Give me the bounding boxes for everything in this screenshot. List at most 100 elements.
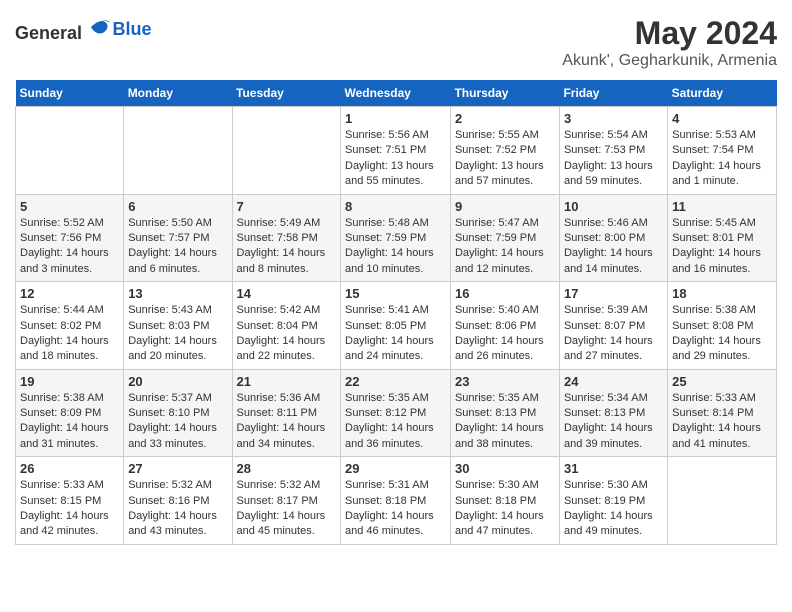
calendar-week-row: 5Sunrise: 5:52 AM Sunset: 7:56 PM Daylig… (16, 194, 777, 282)
day-number: 31 (564, 461, 663, 476)
weekday-header: Tuesday (232, 80, 341, 107)
calendar-cell (232, 107, 341, 195)
calendar-cell: 28 Sunrise: 5:32 AM Sunset: 8:17 PM Dayli… (232, 457, 341, 545)
day-number: 21 (237, 374, 337, 389)
calendar-cell: 6 Sunrise: 5:50 AM Sunset: 7:57 PM Daylig… (124, 194, 232, 282)
weekday-header-row: SundayMondayTuesdayWednesdayThursdayFrid… (16, 80, 777, 107)
weekday-header: Wednesday (341, 80, 451, 107)
day-info: Sunrise: 5:46 AM Sunset: 8:00 PM Dayligh… (564, 216, 663, 278)
weekday-header: Monday (124, 80, 232, 107)
day-info: Sunrise: 5:39 AM Sunset: 8:07 PM Dayligh… (564, 303, 663, 365)
calendar-cell: 25 Sunrise: 5:33 AM Sunset: 8:14 PM Dayli… (668, 369, 777, 457)
day-number: 19 (20, 374, 119, 389)
calendar-week-row: 12 Sunrise: 5:44 AM Sunset: 8:02 PM Dayli… (16, 282, 777, 370)
day-info: Sunrise: 5:44 AM Sunset: 8:02 PM Dayligh… (20, 303, 119, 365)
calendar-cell (16, 107, 124, 195)
day-info: Sunrise: 5:38 AM Sunset: 8:08 PM Dayligh… (672, 303, 772, 365)
calendar-cell: 17 Sunrise: 5:39 AM Sunset: 8:07 PM Dayli… (559, 282, 667, 370)
calendar-cell: 15Sunrise: 5:41 AM Sunset: 8:05 PM Dayli… (341, 282, 451, 370)
day-number: 4 (672, 111, 772, 126)
day-number: 29 (345, 461, 446, 476)
logo-general: General (15, 23, 82, 43)
day-info: Sunrise: 5:54 AM Sunset: 7:53 PM Dayligh… (564, 128, 663, 190)
day-info: Sunrise: 5:31 AM Sunset: 8:18 PM Dayligh… (345, 478, 446, 540)
day-info: Sunrise: 5:49 AM Sunset: 7:58 PM Dayligh… (237, 216, 337, 278)
day-info: Sunrise: 5:32 AM Sunset: 8:17 PM Dayligh… (237, 478, 337, 540)
day-number: 22 (345, 374, 446, 389)
logo: General Blue (15, 15, 152, 44)
day-number: 2 (455, 111, 555, 126)
logo-blue: Blue (113, 19, 152, 39)
weekday-header: Friday (559, 80, 667, 107)
calendar-cell: 21Sunrise: 5:36 AM Sunset: 8:11 PM Dayli… (232, 369, 341, 457)
day-number: 16 (455, 286, 555, 301)
day-info: Sunrise: 5:38 AM Sunset: 8:09 PM Dayligh… (20, 391, 119, 453)
day-number: 20 (128, 374, 227, 389)
calendar-cell: 5Sunrise: 5:52 AM Sunset: 7:56 PM Daylig… (16, 194, 124, 282)
day-number: 3 (564, 111, 663, 126)
day-number: 11 (672, 199, 772, 214)
weekday-header: Thursday (450, 80, 559, 107)
calendar-cell: 23 Sunrise: 5:35 AM Sunset: 8:13 PM Dayli… (450, 369, 559, 457)
day-info: Sunrise: 5:55 AM Sunset: 7:52 PM Dayligh… (455, 128, 555, 190)
day-number: 8 (345, 199, 446, 214)
page-header: General Blue May 2024 Akunk', Gegharkuni… (15, 15, 777, 70)
calendar-week-row: 1Sunrise: 5:56 AM Sunset: 7:51 PM Daylig… (16, 107, 777, 195)
calendar-cell: 27Sunrise: 5:32 AM Sunset: 8:16 PM Dayli… (124, 457, 232, 545)
location-title: Akunk', Gegharkunik, Armenia (562, 52, 777, 70)
day-info: Sunrise: 5:34 AM Sunset: 8:13 PM Dayligh… (564, 391, 663, 453)
calendar-cell: 18 Sunrise: 5:38 AM Sunset: 8:08 PM Dayli… (668, 282, 777, 370)
day-number: 26 (20, 461, 119, 476)
day-info: Sunrise: 5:40 AM Sunset: 8:06 PM Dayligh… (455, 303, 555, 365)
day-info: Sunrise: 5:42 AM Sunset: 8:04 PM Dayligh… (237, 303, 337, 365)
title-block: May 2024 Akunk', Gegharkunik, Armenia (562, 15, 777, 70)
day-info: Sunrise: 5:30 AM Sunset: 8:19 PM Dayligh… (564, 478, 663, 540)
calendar-cell: 14 Sunrise: 5:42 AM Sunset: 8:04 PM Dayli… (232, 282, 341, 370)
calendar-cell: 8 Sunrise: 5:48 AM Sunset: 7:59 PM Daylig… (341, 194, 451, 282)
day-info: Sunrise: 5:33 AM Sunset: 8:14 PM Dayligh… (672, 391, 772, 453)
month-title: May 2024 (562, 15, 777, 52)
day-number: 28 (237, 461, 337, 476)
day-number: 18 (672, 286, 772, 301)
calendar-cell: 12 Sunrise: 5:44 AM Sunset: 8:02 PM Dayli… (16, 282, 124, 370)
day-info: Sunrise: 5:30 AM Sunset: 8:18 PM Dayligh… (455, 478, 555, 540)
day-number: 27 (128, 461, 227, 476)
calendar-cell: 10Sunrise: 5:46 AM Sunset: 8:00 PM Dayli… (559, 194, 667, 282)
calendar-cell: 2 Sunrise: 5:55 AM Sunset: 7:52 PM Daylig… (450, 107, 559, 195)
day-number: 12 (20, 286, 119, 301)
calendar-cell: 16 Sunrise: 5:40 AM Sunset: 8:06 PM Dayli… (450, 282, 559, 370)
day-number: 1 (345, 111, 446, 126)
calendar-cell: 1Sunrise: 5:56 AM Sunset: 7:51 PM Daylig… (341, 107, 451, 195)
calendar-cell: 26 Sunrise: 5:33 AM Sunset: 8:15 PM Dayli… (16, 457, 124, 545)
day-info: Sunrise: 5:43 AM Sunset: 8:03 PM Dayligh… (128, 303, 227, 365)
calendar-cell: 29 Sunrise: 5:31 AM Sunset: 8:18 PM Dayli… (341, 457, 451, 545)
calendar-cell: 4Sunrise: 5:53 AM Sunset: 7:54 PM Daylig… (668, 107, 777, 195)
day-number: 6 (128, 199, 227, 214)
weekday-header: Sunday (16, 80, 124, 107)
day-info: Sunrise: 5:52 AM Sunset: 7:56 PM Dayligh… (20, 216, 119, 278)
day-info: Sunrise: 5:35 AM Sunset: 8:13 PM Dayligh… (455, 391, 555, 453)
day-info: Sunrise: 5:35 AM Sunset: 8:12 PM Dayligh… (345, 391, 446, 453)
day-number: 9 (455, 199, 555, 214)
day-number: 17 (564, 286, 663, 301)
day-number: 23 (455, 374, 555, 389)
calendar-cell: 9Sunrise: 5:47 AM Sunset: 7:59 PM Daylig… (450, 194, 559, 282)
day-number: 13 (128, 286, 227, 301)
day-number: 25 (672, 374, 772, 389)
day-number: 24 (564, 374, 663, 389)
calendar-cell: 31 Sunrise: 5:30 AM Sunset: 8:19 PM Dayli… (559, 457, 667, 545)
day-info: Sunrise: 5:37 AM Sunset: 8:10 PM Dayligh… (128, 391, 227, 453)
calendar-cell: 13 Sunrise: 5:43 AM Sunset: 8:03 PM Dayli… (124, 282, 232, 370)
day-number: 14 (237, 286, 337, 301)
day-info: Sunrise: 5:33 AM Sunset: 8:15 PM Dayligh… (20, 478, 119, 540)
calendar-cell: 19 Sunrise: 5:38 AM Sunset: 8:09 PM Dayli… (16, 369, 124, 457)
calendar-cell: 7 Sunrise: 5:49 AM Sunset: 7:58 PM Daylig… (232, 194, 341, 282)
day-info: Sunrise: 5:41 AM Sunset: 8:05 PM Dayligh… (345, 303, 446, 365)
calendar-cell: 20 Sunrise: 5:37 AM Sunset: 8:10 PM Dayli… (124, 369, 232, 457)
logo-icon (89, 15, 113, 39)
day-info: Sunrise: 5:50 AM Sunset: 7:57 PM Dayligh… (128, 216, 227, 278)
day-number: 7 (237, 199, 337, 214)
calendar-cell: 30Sunrise: 5:30 AM Sunset: 8:18 PM Dayli… (450, 457, 559, 545)
calendar-table: SundayMondayTuesdayWednesdayThursdayFrid… (15, 80, 777, 545)
day-info: Sunrise: 5:48 AM Sunset: 7:59 PM Dayligh… (345, 216, 446, 278)
